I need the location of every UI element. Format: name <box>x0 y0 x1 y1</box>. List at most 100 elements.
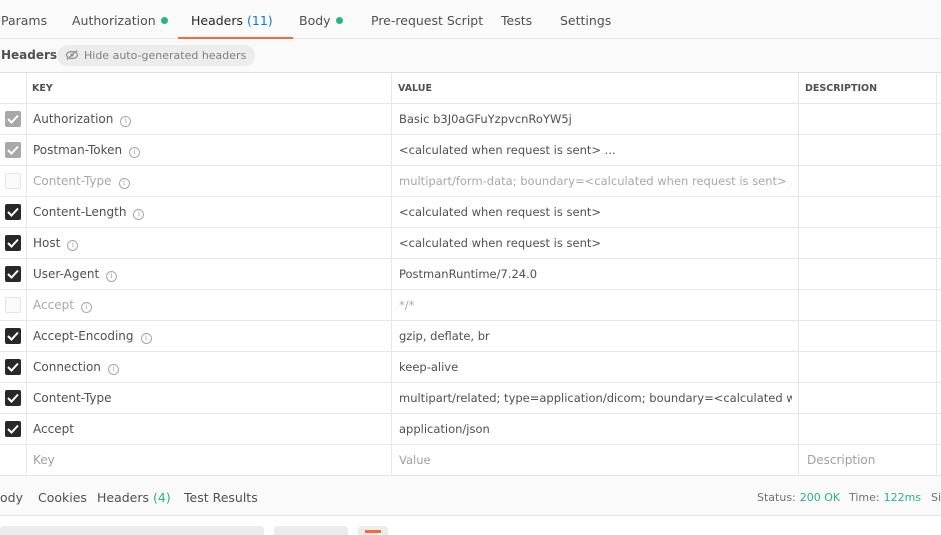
header-key: User-Agent <box>33 267 100 281</box>
description-cell[interactable] <box>798 197 941 227</box>
description-cell[interactable] <box>798 414 941 444</box>
header-key: Content-Type <box>33 391 112 405</box>
key-text: Content-Type i <box>33 166 130 196</box>
enable-checkbox[interactable] <box>5 266 21 282</box>
key-cell[interactable]: Content-Length i <box>26 197 391 227</box>
header-key: Host <box>33 236 61 250</box>
value-cell[interactable]: application/json <box>391 414 798 444</box>
value-cell[interactable]: PostmanRuntime/7.24.0 <box>391 259 798 289</box>
key-cell[interactable]: Postman-Token i <box>26 135 391 165</box>
key-cell[interactable]: Content-Type i <box>26 166 391 196</box>
enable-checkbox[interactable] <box>5 111 21 127</box>
info-icon[interactable]: i <box>107 364 119 375</box>
value-cell[interactable]: multipart/related; type=application/dico… <box>391 383 798 413</box>
value-cell[interactable]: <calculated when request is sent> ... <box>391 135 798 165</box>
enable-checkbox[interactable] <box>5 359 21 375</box>
table-row: Content-Type i multipart/form-data; bounda… <box>0 165 941 196</box>
description-cell[interactable] <box>798 290 941 320</box>
table-row: User-Agent i PostmanRuntime/7.24.0 <box>0 258 941 289</box>
description-cell[interactable] <box>798 259 941 289</box>
info-icon[interactable]: i <box>133 209 145 220</box>
tab-pre-request-script[interactable]: Pre-request Script <box>371 0 483 39</box>
enable-checkbox[interactable] <box>5 235 21 251</box>
table-row: Authorization i Basic b3J0aGFuYzpvcnRoYW5j <box>0 103 941 134</box>
response-headers-count: (4) <box>153 490 171 505</box>
tab-settings[interactable]: Settings <box>560 0 611 39</box>
description-cell[interactable] <box>798 135 941 165</box>
value-cell[interactable]: <calculated when request is sent> <box>391 228 798 258</box>
enable-checkbox[interactable] <box>5 390 21 406</box>
description-cell[interactable] <box>798 321 941 351</box>
key-cell[interactable]: Authorization i <box>26 104 391 134</box>
enable-checkbox[interactable] <box>5 328 21 344</box>
header-value: <calculated when request is sent> <box>399 236 602 250</box>
info-icon[interactable]: i <box>118 178 130 189</box>
tab-headers[interactable]: Headers (11) <box>178 0 293 40</box>
hide-auto-headers-button[interactable]: Hide auto-generated headers <box>57 45 256 66</box>
info-icon[interactable]: i <box>67 240 79 251</box>
description-cell[interactable] <box>798 228 941 258</box>
headers-table: KEY VALUE DESCRIPTION Authorization i Basi… <box>0 72 941 475</box>
value-cell[interactable]: multipart/form-data; boundary=<calculate… <box>391 166 798 196</box>
enable-checkbox[interactable] <box>5 173 21 189</box>
tab-params[interactable]: Params <box>1 0 47 39</box>
value-cell[interactable]: <calculated when request is sent> <box>391 197 798 227</box>
tab-label: Headers <box>97 490 150 505</box>
enable-cell <box>0 414 26 444</box>
key-cell[interactable]: Connection i <box>26 352 391 382</box>
tab-label: Cookies <box>38 490 87 505</box>
tab-response-body[interactable]: ody <box>0 476 25 519</box>
key-cell[interactable]: User-Agent i <box>26 259 391 289</box>
key-cell[interactable]: Accept-Encoding i <box>26 321 391 351</box>
enable-checkbox[interactable] <box>5 421 21 437</box>
tab-body[interactable]: Body <box>299 0 343 39</box>
wrap-lines-button[interactable] <box>358 526 388 535</box>
table-row: Accept i */* <box>0 289 941 320</box>
key-cell[interactable]: Content-Type <box>26 383 391 413</box>
status-label: Status: <box>757 491 796 504</box>
table-row: Host i <calculated when request is sent> <box>0 227 941 258</box>
description-cell[interactable] <box>798 383 941 413</box>
tab-authorization[interactable]: Authorization <box>72 0 168 39</box>
info-icon[interactable]: i <box>80 302 92 313</box>
time-value: 122ms <box>883 491 922 504</box>
enable-checkbox[interactable] <box>5 204 21 220</box>
value-cell[interactable]: Basic b3J0aGFuYzpvcnRoYW5j <box>391 104 798 134</box>
description-input[interactable]: Description <box>798 445 941 475</box>
column-value-label: VALUE <box>398 83 432 94</box>
tab-tests[interactable]: Tests <box>501 0 532 39</box>
info-icon[interactable]: i <box>129 147 141 158</box>
value-cell[interactable]: */* <box>391 290 798 320</box>
enable-cell <box>0 228 26 258</box>
key-input[interactable]: Key <box>26 445 391 475</box>
response-time: Time: 122ms <box>849 476 921 519</box>
enable-checkbox[interactable] <box>5 142 21 158</box>
tab-label: Pre-request Script <box>371 13 484 28</box>
eye-slash-icon <box>65 50 79 60</box>
description-cell[interactable] <box>798 352 941 382</box>
table-header-row: KEY VALUE DESCRIPTION <box>0 72 941 103</box>
info-icon[interactable]: i <box>120 116 132 127</box>
tab-response-test-results[interactable]: Test Results <box>184 476 258 519</box>
key-cell[interactable]: Host i <box>26 228 391 258</box>
response-view-selector[interactable] <box>0 526 264 535</box>
column-header-key: KEY <box>26 73 391 103</box>
tab-label: Params <box>1 13 48 28</box>
description-cell[interactable] <box>798 166 941 196</box>
tab-response-cookies[interactable]: Cookies <box>38 476 87 519</box>
value-cell[interactable]: gzip, deflate, br <box>391 321 798 351</box>
tab-response-headers[interactable]: Headers (4) <box>97 476 171 519</box>
info-icon[interactable]: i <box>140 333 152 344</box>
table-row: Content-Type multipart/related; type=appl… <box>0 382 941 413</box>
enable-cell <box>0 321 26 351</box>
value-input[interactable]: Value <box>391 445 798 475</box>
enable-checkbox[interactable] <box>5 297 21 313</box>
key-cell[interactable]: Accept <box>26 414 391 444</box>
key-cell[interactable]: Accept i <box>26 290 391 320</box>
response-format-selector[interactable] <box>274 526 348 535</box>
value-cell[interactable]: keep-alive <box>391 352 798 382</box>
info-icon[interactable]: i <box>106 271 118 282</box>
description-cell[interactable] <box>798 104 941 134</box>
header-key: Content-Type <box>33 174 112 188</box>
headers-count: (11) <box>247 13 273 28</box>
